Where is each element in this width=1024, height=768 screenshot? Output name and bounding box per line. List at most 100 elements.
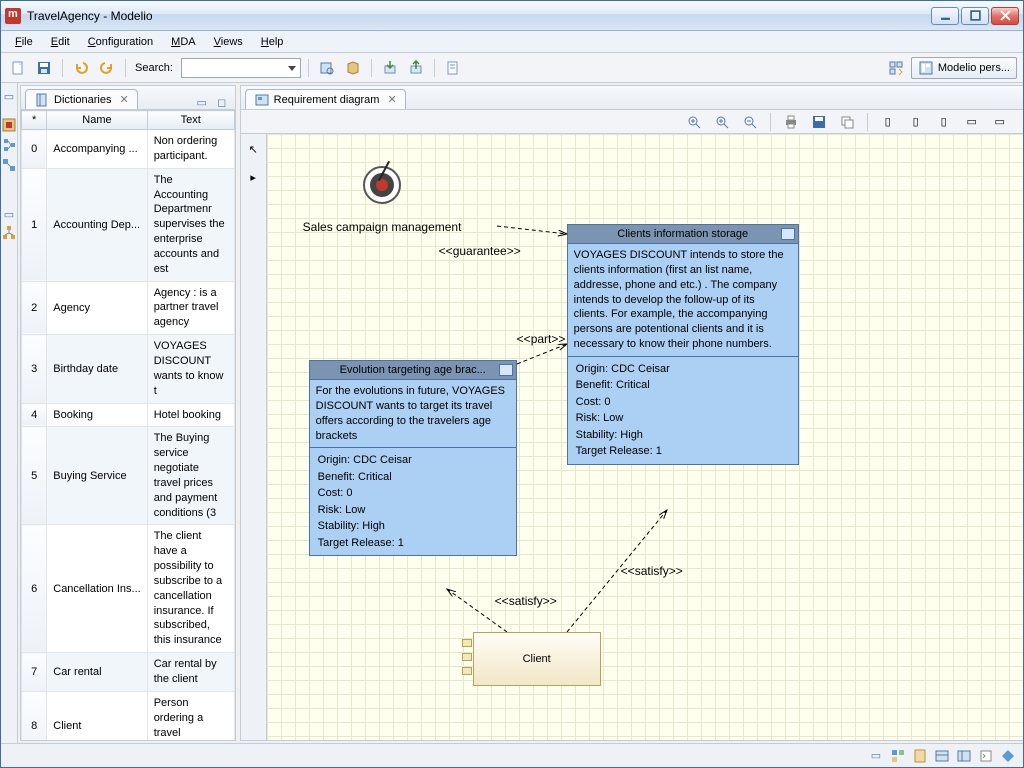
requirement-evolution[interactable]: Evolution targeting age brac... For the … [309, 360, 517, 556]
table-row[interactable]: 8ClientPerson ordering a travel package, [22, 691, 235, 740]
row-index: 7 [22, 653, 47, 692]
statusbar: ▭ [1, 743, 1023, 767]
sb-diamond-icon[interactable] [1001, 749, 1015, 763]
maximize-button[interactable] [961, 7, 989, 25]
requirement-body: VOYAGES DISCOUNT intends to store the cl… [568, 244, 798, 356]
new-icon[interactable] [7, 57, 29, 79]
palette-expand-icon[interactable]: ▸ [242, 166, 264, 188]
col-name[interactable]: Name [47, 111, 147, 130]
align-top-icon[interactable]: ▭ [961, 111, 983, 133]
close-icon[interactable]: ✕ [119, 93, 128, 106]
row-text: Non ordering participant. [147, 130, 234, 169]
dictionary-table[interactable]: * Name Text 0Accompanying ...Non orderin… [21, 110, 235, 740]
rail-outline-icon[interactable] [1, 137, 17, 153]
row-name: Car rental [47, 653, 147, 692]
align-middle-icon[interactable]: ▭ [989, 111, 1011, 133]
model-search-icon[interactable] [316, 57, 338, 79]
rail-restore-icon[interactable]: ▭ [2, 89, 16, 103]
undo-icon[interactable] [70, 57, 92, 79]
open-perspective-icon[interactable] [885, 57, 907, 79]
properties-icon[interactable] [442, 57, 464, 79]
align-center-icon[interactable]: ▯ [905, 111, 927, 133]
table-row[interactable]: 7Car rentalCar rental by the client [22, 653, 235, 692]
diagram-toolbar: ▯ ▯ ▯ ▭ ▭ ▭ ↔ ↕ ▣ ▦ ✎ ☰ ☷ [241, 110, 1023, 134]
table-row[interactable]: 6Cancellation Ins...The client have a po… [22, 525, 235, 653]
sb-script-icon[interactable] [979, 749, 993, 763]
menu-edit[interactable]: Edit [43, 34, 78, 50]
rail-restore2-icon[interactable]: ▭ [2, 207, 16, 221]
requirement-clients-info[interactable]: Clients information storage VOYAGES DISC… [567, 224, 799, 465]
row-text: Person ordering a travel package, [147, 691, 234, 740]
sb-outline-icon[interactable] [891, 749, 905, 763]
table-row[interactable]: 2AgencyAgency : is a partner travel agen… [22, 281, 235, 335]
perspective-icon [918, 60, 934, 76]
close-icon[interactable]: ✕ [387, 93, 396, 106]
edge-satisfy-label-2: <<satisfy>> [621, 564, 683, 578]
main-toolbar: Search: Modelio pers... [1, 53, 1023, 83]
perspective-label: Modelio pers... [938, 62, 1010, 74]
zoom-fit-icon[interactable] [683, 111, 705, 133]
print-icon[interactable] [780, 111, 802, 133]
zoom-out-icon[interactable] [739, 111, 761, 133]
menu-help[interactable]: Help [253, 34, 292, 50]
menu-views[interactable]: Views [206, 34, 251, 50]
close-button[interactable] [991, 7, 1019, 25]
minimize-button[interactable] [931, 7, 959, 25]
row-text: Hotel booking [147, 403, 234, 427]
package-search-icon[interactable] [342, 57, 364, 79]
align-right-icon[interactable]: ▯ [933, 111, 955, 133]
perspective-button[interactable]: Modelio pers... [911, 57, 1017, 79]
goal-node[interactable] [363, 166, 403, 206]
edge-part-label: <<part>> [517, 332, 566, 346]
save-icon[interactable] [33, 57, 55, 79]
search-input[interactable] [181, 58, 301, 78]
table-row[interactable]: 0Accompanying ...Non ordering participan… [22, 130, 235, 169]
redo-icon[interactable] [96, 57, 118, 79]
row-index: 3 [22, 335, 47, 403]
menu-mda[interactable]: MDA [163, 34, 203, 50]
import-icon[interactable] [379, 57, 401, 79]
row-index: 6 [22, 525, 47, 653]
diagram-canvas[interactable]: Sales campaign management <<guarantee>> … [267, 134, 1023, 740]
minimize-view-icon[interactable]: ▭ [195, 95, 209, 109]
align-left-icon[interactable]: ▯ [877, 111, 899, 133]
rail-links-icon[interactable] [1, 157, 17, 173]
sb-notes-icon[interactable] [913, 749, 927, 763]
table-row[interactable]: 4BookingHotel booking [22, 403, 235, 427]
table-row[interactable]: 5Buying ServiceThe Buying service negoti… [22, 427, 235, 525]
table-row[interactable]: 1Accounting Dep...The Accounting Departm… [22, 168, 235, 281]
row-text: VOYAGES DISCOUNT wants to know t [147, 335, 234, 403]
tab-dictionaries-label: Dictionaries [54, 94, 111, 106]
menu-configuration[interactable]: Configuration [80, 34, 161, 50]
maximize-view-icon[interactable]: ◻ [215, 95, 229, 109]
col-text[interactable]: Text [147, 111, 234, 130]
row-index: 4 [22, 403, 47, 427]
copy-image-icon[interactable] [836, 111, 858, 133]
left-rail: ▭ ▭ [1, 83, 18, 743]
sb-props-icon[interactable] [935, 749, 949, 763]
zoom-in-icon[interactable] [711, 111, 733, 133]
tab-requirement-diagram[interactable]: Requirement diagram ✕ [245, 89, 406, 109]
menu-file[interactable]: File [7, 34, 41, 50]
rail-hierarchy-icon[interactable] [1, 225, 17, 241]
requirement-icon [781, 228, 795, 240]
save-diagram-icon[interactable] [808, 111, 830, 133]
align-bottom-icon[interactable]: ▭ [1017, 111, 1023, 133]
row-name: Cancellation Ins... [47, 525, 147, 653]
rail-model-icon[interactable] [1, 117, 17, 133]
sb-restore-icon[interactable]: ▭ [869, 749, 883, 763]
book-icon [34, 92, 50, 108]
row-name: Client [47, 691, 147, 740]
row-name: Accounting Dep... [47, 168, 147, 281]
client-node[interactable]: Client [473, 632, 601, 686]
row-name: Buying Service [47, 427, 147, 525]
row-index: 5 [22, 427, 47, 525]
titlebar: TravelAgency - Modelio [1, 1, 1023, 31]
col-index[interactable]: * [22, 111, 47, 130]
sb-audit-icon[interactable] [957, 749, 971, 763]
export-icon[interactable] [405, 57, 427, 79]
palette-select-icon[interactable]: ↖ [242, 138, 264, 160]
table-row[interactable]: 3Birthday dateVOYAGES DISCOUNT wants to … [22, 335, 235, 403]
tab-requirement-diagram-label: Requirement diagram [274, 94, 380, 106]
tab-dictionaries[interactable]: Dictionaries ✕ [25, 89, 138, 109]
